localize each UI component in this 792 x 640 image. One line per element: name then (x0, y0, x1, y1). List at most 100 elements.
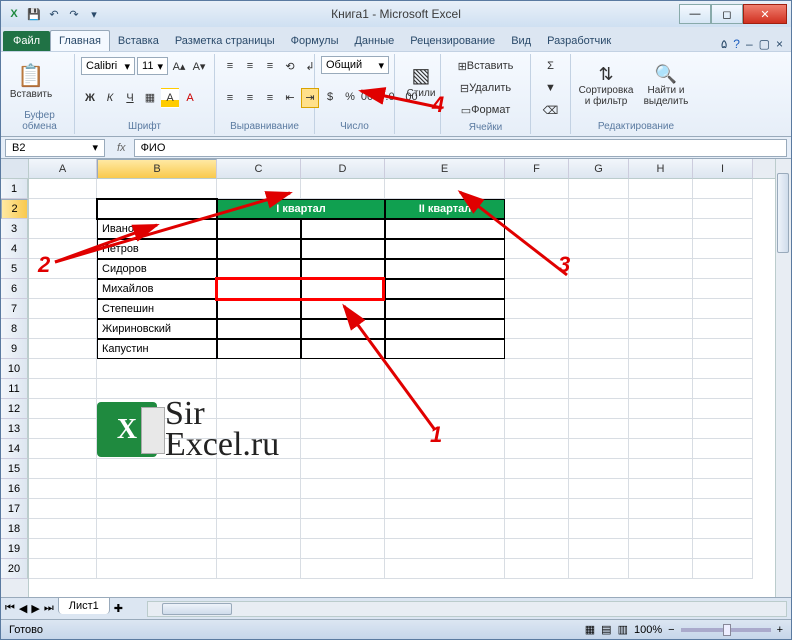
vertical-scrollbar[interactable] (775, 159, 791, 597)
table-cell[interactable] (217, 319, 301, 339)
tab-nav-first-icon[interactable]: ⏮ (5, 602, 15, 615)
col-header-A[interactable]: A (29, 159, 97, 179)
align-right-icon[interactable]: ≡ (261, 88, 279, 108)
table-cell[interactable]: Петров (97, 239, 217, 259)
zoom-in-icon[interactable]: + (777, 624, 783, 636)
window-restore-icon[interactable]: ▢ (759, 37, 770, 51)
minimize-button[interactable]: — (679, 4, 711, 24)
close-button[interactable]: ✕ (743, 4, 787, 24)
table-cell[interactable] (301, 299, 385, 319)
tab-view[interactable]: Вид (503, 31, 539, 51)
currency-icon[interactable]: $ (321, 87, 339, 107)
fill-color-button[interactable]: A (161, 88, 179, 108)
tab-data[interactable]: Данные (346, 31, 402, 51)
select-all-corner[interactable] (1, 159, 29, 179)
view-normal-icon[interactable]: ▦ (585, 623, 595, 636)
row-header-12[interactable]: 12 (1, 399, 28, 419)
align-center-icon[interactable]: ≡ (241, 88, 259, 108)
row-header-20[interactable]: 20 (1, 559, 28, 579)
orientation-icon[interactable]: ⟲ (281, 56, 299, 76)
format-cells-button[interactable]: ▭ Формат (447, 100, 524, 120)
table-cell[interactable] (385, 319, 505, 339)
shrink-font-icon[interactable]: A▾ (190, 56, 208, 76)
row-header-10[interactable]: 10 (1, 359, 28, 379)
row-header-9[interactable]: 9 (1, 339, 28, 359)
table-cell[interactable]: Иванов (97, 219, 217, 239)
save-icon[interactable]: 💾 (25, 5, 43, 23)
col-header-B[interactable]: B (97, 159, 217, 179)
bold-button[interactable]: Ж (81, 88, 99, 108)
col-header-F[interactable]: F (505, 159, 569, 179)
zoom-level[interactable]: 100% (634, 624, 662, 636)
help-icon[interactable]: ? (733, 37, 740, 51)
table-cell[interactable] (217, 259, 301, 279)
tab-page-layout[interactable]: Разметка страницы (167, 31, 283, 51)
grid[interactable]: ФИОI кварталII кварталИвановПетровСидоро… (29, 179, 775, 597)
col-header-G[interactable]: G (569, 159, 629, 179)
font-color-button[interactable]: A (181, 88, 199, 108)
styles-button[interactable]: ▧ Стили (401, 56, 441, 106)
window-close-icon[interactable]: × (776, 37, 783, 51)
table-cell[interactable] (301, 339, 385, 359)
border-button[interactable]: ▦ (141, 88, 159, 108)
delete-cells-button[interactable]: ⊟ Удалить (447, 78, 524, 98)
tab-nav-next-icon[interactable]: ▶ (31, 602, 39, 615)
horizontal-scrollbar[interactable] (147, 601, 787, 617)
underline-button[interactable]: Ч (121, 88, 139, 108)
table-cell[interactable]: Капустин (97, 339, 217, 359)
row-header-13[interactable]: 13 (1, 419, 28, 439)
qat-dropdown-icon[interactable]: ▾ (85, 5, 103, 23)
window-min-icon[interactable]: – (746, 37, 753, 51)
new-sheet-icon[interactable]: ✚ (114, 602, 123, 615)
font-size-select[interactable]: 11▾ (137, 57, 168, 75)
table-cell[interactable] (217, 339, 301, 359)
table-cell[interactable] (385, 279, 505, 299)
tab-nav-prev-icon[interactable]: ◀ (19, 602, 27, 615)
table-cell[interactable]: Степешин (97, 299, 217, 319)
table-cell[interactable] (385, 259, 505, 279)
find-select-button[interactable]: 🔍 Найти и выделить (637, 60, 695, 110)
tab-nav-last-icon[interactable]: ⏭ (44, 602, 54, 615)
col-header-E[interactable]: E (385, 159, 505, 179)
autosum-icon[interactable]: Σ (537, 56, 564, 76)
col-header-I[interactable]: I (693, 159, 753, 179)
align-left-icon[interactable]: ≡ (221, 88, 239, 108)
row-header-19[interactable]: 19 (1, 539, 28, 559)
table-cell[interactable] (385, 239, 505, 259)
table-header[interactable]: ФИО (97, 199, 217, 219)
table-cell[interactable] (301, 279, 385, 299)
font-name-select[interactable]: Calibri▾ (81, 57, 135, 75)
comma-icon[interactable]: 000 (361, 87, 379, 107)
clear-icon[interactable]: ⌫ (537, 100, 564, 120)
col-header-D[interactable]: D (301, 159, 385, 179)
number-format-select[interactable]: Общий▾ (321, 56, 389, 74)
fx-icon[interactable]: fx (109, 142, 134, 154)
row-header-15[interactable]: 15 (1, 459, 28, 479)
table-cell[interactable] (217, 239, 301, 259)
table-cell[interactable] (301, 319, 385, 339)
italic-button[interactable]: К (101, 88, 119, 108)
tab-developer[interactable]: Разработчик (539, 31, 619, 51)
formula-input[interactable]: ФИО (134, 139, 787, 157)
table-cell[interactable] (385, 339, 505, 359)
indent-dec-icon[interactable]: ⇤ (281, 88, 299, 108)
view-break-icon[interactable]: ▥ (618, 623, 628, 636)
align-top-icon[interactable]: ≡ (221, 56, 239, 76)
table-cell[interactable] (385, 299, 505, 319)
paste-button[interactable]: 📋 Вставить (11, 56, 51, 106)
table-cell[interactable] (217, 299, 301, 319)
grow-font-icon[interactable]: A▴ (170, 56, 188, 76)
undo-icon[interactable]: ↶ (45, 5, 63, 23)
table-cell[interactable]: Сидоров (97, 259, 217, 279)
row-header-16[interactable]: 16 (1, 479, 28, 499)
row-header-5[interactable]: 5 (1, 259, 28, 279)
row-header-14[interactable]: 14 (1, 439, 28, 459)
col-header-H[interactable]: H (629, 159, 693, 179)
table-header[interactable]: II квартал (385, 199, 505, 219)
row-header-4[interactable]: 4 (1, 239, 28, 259)
percent-icon[interactable]: % (341, 87, 359, 107)
table-cell[interactable]: Михайлов (97, 279, 217, 299)
file-tab[interactable]: Файл (3, 31, 50, 51)
table-cell[interactable] (217, 219, 301, 239)
align-bottom-icon[interactable]: ≡ (261, 56, 279, 76)
